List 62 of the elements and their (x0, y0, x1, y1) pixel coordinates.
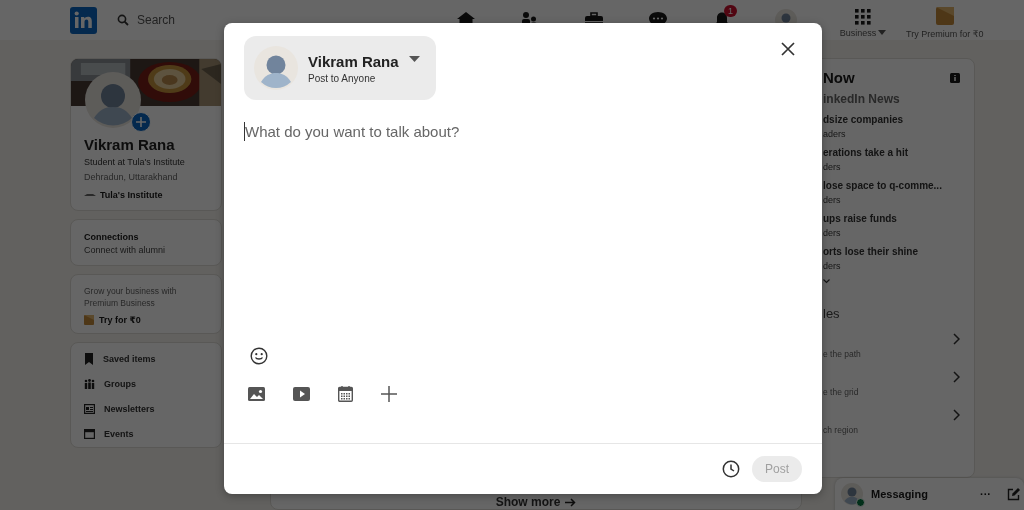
clock-icon[interactable] (722, 460, 740, 478)
calendar-icon (84, 429, 95, 440)
connections-card[interactable]: Connections Connect with alumni (70, 219, 222, 266)
arrow-right-icon (565, 497, 577, 507)
show-more-button[interactable]: Show more (495, 495, 577, 509)
grid-icon[interactable] (855, 8, 871, 25)
search-icon (117, 14, 129, 26)
close-icon[interactable] (781, 42, 795, 56)
avatar (254, 46, 298, 90)
avatar (841, 483, 863, 505)
connections-title: Connections (84, 232, 140, 242)
messaging-label: Messaging (871, 488, 929, 500)
author-selector[interactable]: Vikram Rana Post to Anyone (244, 36, 436, 100)
play-icon[interactable] (293, 387, 310, 401)
logo-icon[interactable] (70, 6, 97, 34)
notification-count: 1 (724, 5, 737, 17)
premium-icon (84, 314, 94, 325)
connections-subtitle: Connect with alumni (84, 245, 167, 255)
shortcut-link[interactable]: Saved items (103, 354, 156, 365)
news-title: Now (823, 69, 855, 86)
chevron-right-icon[interactable] (953, 371, 960, 383)
chevron-right-icon[interactable] (953, 333, 960, 345)
school-name[interactable]: Tula's Institute (100, 190, 163, 200)
audience-label: Post to Anyone (308, 72, 377, 84)
chevron-down-icon[interactable] (823, 279, 830, 284)
caret-icon (878, 30, 887, 35)
post-text-field[interactable]: What do you want to talk about? (244, 122, 802, 337)
profile-headline: Student at Tula's Institute (84, 157, 186, 167)
chevron-right-icon[interactable] (953, 409, 960, 421)
author-name: Vikram Rana (308, 52, 399, 70)
premium-icon (935, 7, 954, 25)
news-item[interactable]: dsize companies aders (823, 114, 960, 139)
school-logo-icon (84, 192, 96, 198)
profile-location: Dehradun, Uttarakhand (84, 172, 179, 182)
search-field[interactable]: Search (117, 11, 317, 29)
shortcut-link[interactable]: Groups (104, 379, 136, 390)
news-item[interactable]: orts lose their shine ders (823, 246, 960, 271)
business-menu[interactable]: Business (839, 27, 887, 38)
calendar-icon[interactable] (338, 386, 353, 402)
try-premium-link[interactable]: Try for ₹0 (99, 314, 141, 325)
premium-link[interactable]: Try Premium for ₹0 (906, 29, 984, 39)
people-icon (84, 379, 95, 390)
add-photo-icon[interactable] (131, 112, 151, 132)
photo-icon[interactable] (248, 387, 265, 401)
more-options[interactable]: ··· (980, 488, 991, 500)
news-item[interactable]: ups raise funds ders (823, 213, 960, 238)
caret-icon (408, 56, 420, 62)
emoji-icon[interactable] (250, 347, 268, 365)
profile-name[interactable]: Vikram Rana (84, 136, 221, 153)
info-icon[interactable] (950, 72, 960, 83)
shortcut-link[interactable]: Newsletters (104, 404, 155, 415)
messaging-bar[interactable]: Messaging ··· (835, 478, 1024, 510)
compose-icon[interactable] (1007, 487, 1020, 501)
online-status-dot (856, 498, 865, 507)
plus-icon[interactable] (381, 386, 397, 402)
news-item[interactable]: erations take a hit ders (823, 147, 960, 172)
news-item[interactable]: lose space to q-comme... ders (823, 180, 960, 205)
puzzles-title: les (823, 306, 841, 321)
bookmark-icon (84, 353, 94, 366)
news-subtitle: inkedIn News (823, 92, 901, 106)
newsletter-icon (84, 404, 95, 415)
shortcut-link[interactable]: Events (104, 429, 134, 440)
